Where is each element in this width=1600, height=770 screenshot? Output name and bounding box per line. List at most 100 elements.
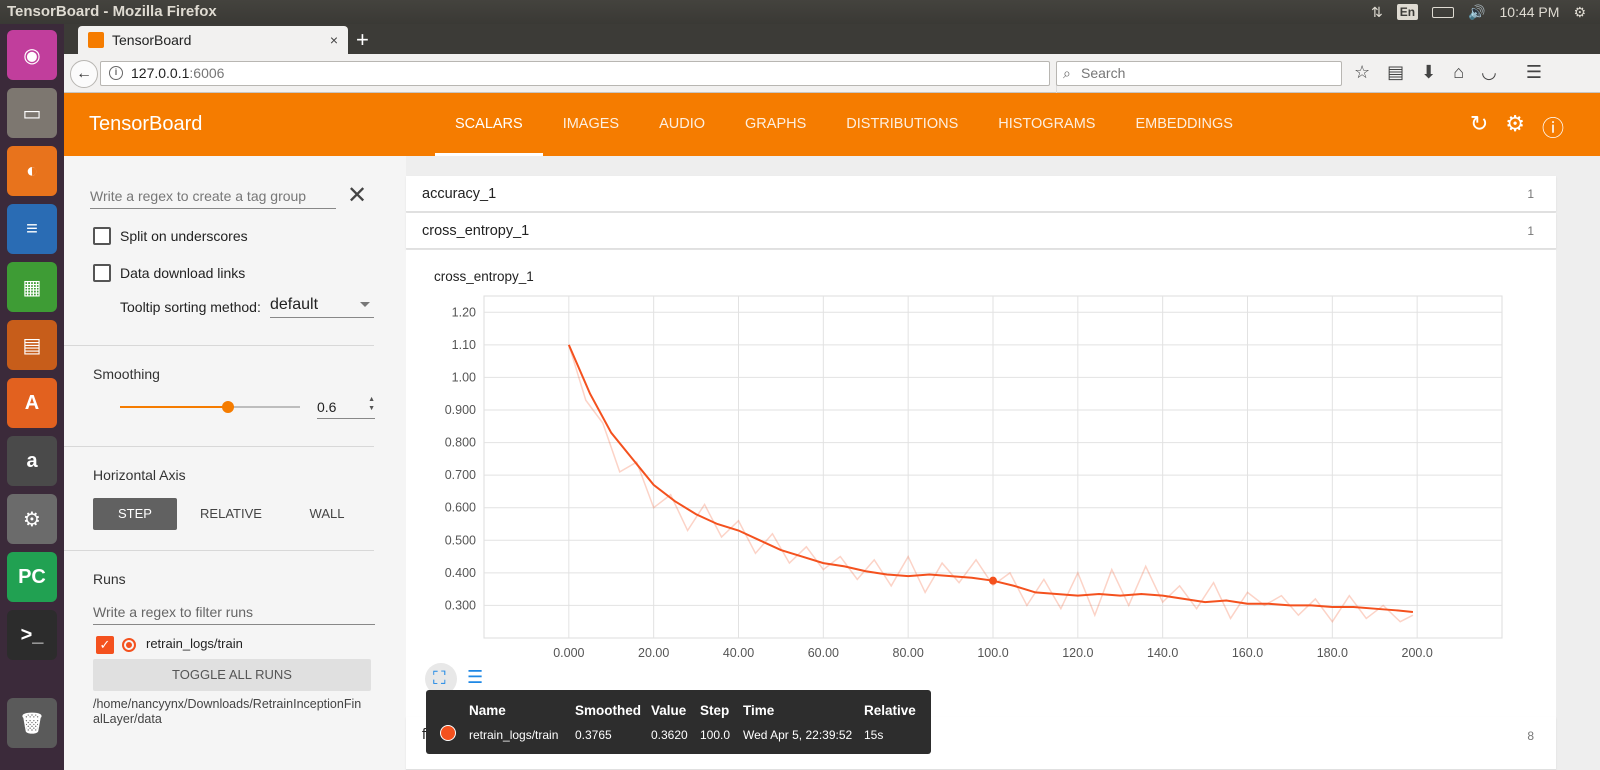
cross-entropy-chart[interactable]: 0.000 20.00 40.00 60.00 80.00 100.0 120.0 140.0…	[406, 156, 1556, 676]
header-actions: ↻ ⚙ ⓘ	[1470, 111, 1564, 143]
tab-scalars[interactable]: SCALARS	[435, 93, 543, 156]
network-icon[interactable]: ⇅	[1371, 4, 1383, 21]
run-color-swatch	[440, 725, 456, 741]
tooltip-header-relative: Relative	[864, 703, 916, 718]
search-icon: ⌕	[1063, 65, 1071, 81]
chevron-down-icon	[360, 302, 370, 307]
bookmark-star-icon[interactable]: ☆	[1354, 62, 1370, 83]
launcher-files-icon[interactable]: ▭	[7, 88, 57, 138]
tab-graphs[interactable]: GRAPHS	[725, 93, 826, 156]
launcher-libreoffice-impress-icon[interactable]: ▤	[7, 320, 57, 370]
smoothing-heading: Smoothing	[93, 366, 160, 382]
axis-wall-button[interactable]: WALL	[285, 498, 369, 530]
url-host: 127.0.0.1	[131, 65, 190, 81]
launcher-trash-icon[interactable]: 🗑	[7, 698, 57, 748]
tooltip-header-value: Value	[651, 703, 687, 718]
fullscreen-icon[interactable]: ⛶	[433, 668, 446, 689]
launcher-libreoffice-writer-icon[interactable]: ≡	[7, 204, 57, 254]
pocket-icon[interactable]: ◡	[1481, 62, 1497, 83]
smoothing-slider-knob[interactable]	[222, 401, 234, 413]
downloads-icon[interactable]: ⬇	[1421, 62, 1436, 83]
tensorboard-favicon-icon	[88, 32, 104, 48]
tooltip-time: Wed Apr 5, 22:39:52	[743, 728, 853, 742]
tooltip-header-time: Time	[743, 703, 775, 718]
url-port: :6006	[189, 65, 225, 81]
launcher-libreoffice-calc-icon[interactable]: ▦	[7, 262, 57, 312]
launcher-software-center-icon[interactable]: A	[7, 378, 57, 428]
x-tick-label: 20.00	[638, 646, 669, 660]
back-button[interactable]: ←	[70, 60, 98, 88]
data-download-checkbox[interactable]	[93, 264, 111, 282]
runs-regex-input[interactable]: Write a regex to filter runs	[93, 604, 375, 625]
dashboard-tabs: SCALARS IMAGES AUDIO GRAPHS DISTRIBUTION…	[435, 93, 1253, 156]
menu-icon[interactable]: ☰	[1526, 62, 1542, 83]
site-info-icon[interactable]: i	[109, 66, 123, 80]
split-underscores-checkbox[interactable]	[93, 227, 111, 245]
tab-histograms[interactable]: HISTOGRAMS	[978, 93, 1115, 156]
tooltip-step: 100.0	[700, 728, 731, 742]
launcher-system-settings-icon[interactable]: ⚙	[7, 494, 57, 544]
keyboard-layout-indicator[interactable]: En	[1396, 4, 1419, 20]
volume-icon[interactable]: 🔊	[1468, 4, 1485, 21]
log-directory: /home/nancyynx/Downloads/RetrainInceptio…	[93, 697, 362, 726]
tooltip-header-smoothed: Smoothed	[575, 703, 641, 718]
back-arrow-icon: ←	[76, 65, 92, 82]
divider	[64, 550, 374, 551]
battery-icon[interactable]	[1432, 6, 1455, 18]
tag-group-regex-input[interactable]: Write a regex to create a tag group	[90, 188, 336, 209]
toggle-all-runs-button[interactable]: TOGGLE ALL RUNS	[93, 659, 371, 691]
y-tick-label: 1.20	[452, 305, 476, 319]
power-icon[interactable]: ⚙	[1573, 4, 1586, 21]
window-title: TensorBoard - Mozilla Firefox	[7, 3, 217, 20]
x-tick-label: 200.0	[1402, 646, 1433, 660]
clock[interactable]: 10:44 PM	[1500, 4, 1560, 20]
help-icon[interactable]: ⓘ	[1542, 111, 1564, 143]
reload-icon[interactable]: ↻	[1470, 111, 1488, 143]
y-tick-label: 1.00	[452, 370, 476, 384]
url-bar[interactable]: i 127.0.0.1:6006 ↻	[100, 61, 1078, 94]
browser-tab-tensorboard[interactable]: TensorBoard ×	[78, 26, 348, 54]
smoothing-slider[interactable]	[120, 401, 300, 413]
y-tick-label: 0.500	[445, 533, 476, 547]
tab-embeddings[interactable]: EMBEDDINGS	[1115, 93, 1253, 156]
settings-gear-icon[interactable]: ⚙	[1505, 111, 1525, 143]
chart-tooltip: Name Smoothed Value Step Time Relative r…	[426, 690, 931, 754]
launcher-firefox-icon[interactable]: ◐	[7, 146, 57, 196]
split-underscores-label: Split on underscores	[120, 228, 248, 244]
x-tick-label: 180.0	[1317, 646, 1348, 660]
os-top-bar: TensorBoard - Mozilla Firefox ⇅ En 🔊 10:…	[0, 0, 1600, 24]
search-input[interactable]: ⌕ Search	[1056, 61, 1342, 86]
y-tick-label: 0.900	[445, 403, 476, 417]
home-icon[interactable]: ⌂	[1453, 62, 1464, 83]
data-download-label: Data download links	[120, 265, 246, 281]
tab-distributions[interactable]: DISTRIBUTIONS	[826, 93, 978, 156]
tab-close-icon[interactable]: ×	[330, 32, 338, 48]
run-color-radio[interactable]	[122, 638, 136, 652]
toggle-log-scale-icon[interactable]: ☰	[467, 667, 483, 688]
tensorboard-header: TensorBoard SCALARS IMAGES AUDIO GRAPHS …	[64, 93, 1600, 156]
y-tick-label: 0.600	[445, 501, 476, 515]
clear-regex-icon[interactable]: ✕	[347, 181, 367, 210]
toolbar-icons: ☆ ▤ ⬇ ⌂ ◡ ☰	[1354, 62, 1542, 83]
reading-list-icon[interactable]: ▤	[1387, 62, 1404, 83]
launcher-terminal-icon[interactable]: >_	[7, 610, 57, 660]
axis-step-button[interactable]: STEP	[93, 498, 177, 530]
smoothing-value-input[interactable]: 0.6 ▲ ▼	[317, 396, 375, 419]
new-tab-button[interactable]: +	[356, 27, 369, 53]
y-tick-label: 0.300	[445, 598, 476, 612]
category-count: 8	[1527, 729, 1534, 743]
x-tick-label: 40.00	[723, 646, 754, 660]
spinner-arrows-icon[interactable]: ▲ ▼	[368, 395, 375, 413]
tab-images[interactable]: IMAGES	[543, 93, 639, 156]
tab-audio[interactable]: AUDIO	[639, 93, 725, 156]
main-content: accuracy_1 1 cross_entropy_1 1 cross_ent…	[406, 156, 1600, 770]
launcher-ubuntu-dash-icon[interactable]: ◉	[7, 30, 57, 80]
unity-launcher: ◉ ▭ ◐ ≡ ▦ ▤ Aa ⚙ PC >_ 🗑	[0, 24, 64, 770]
tooltip-sorting-select[interactable]: default	[270, 296, 374, 318]
run-label: retrain_logs/train	[146, 636, 243, 651]
axis-relative-button[interactable]: RELATIVE	[189, 498, 273, 530]
launcher-amazon-icon[interactable]: a	[7, 436, 57, 486]
tooltip-header-name: Name	[469, 703, 506, 718]
launcher-pycharm-icon[interactable]: PC	[7, 552, 57, 602]
run-checkbox[interactable]: ✓	[96, 636, 114, 654]
